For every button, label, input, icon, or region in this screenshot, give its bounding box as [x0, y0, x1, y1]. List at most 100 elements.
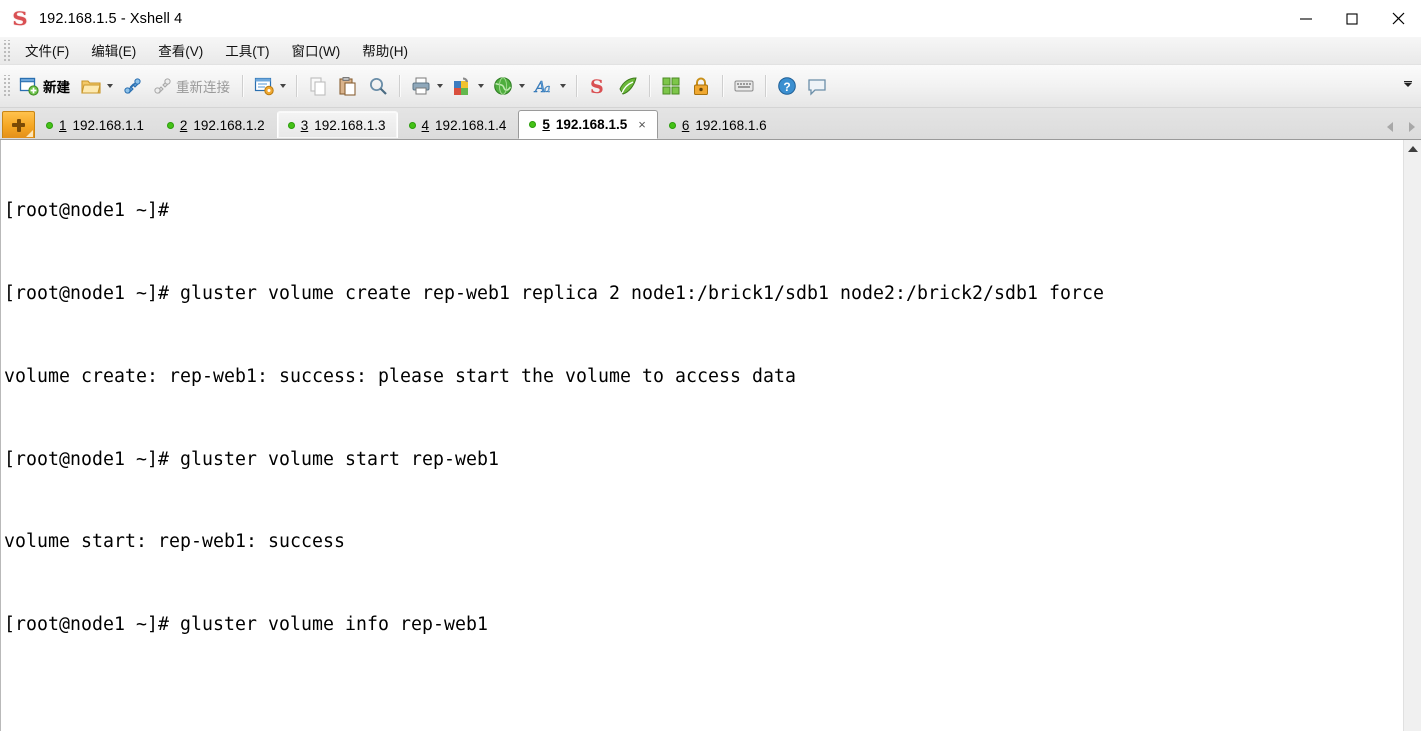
tab-label: 192.168.1.1	[72, 117, 144, 133]
print-dropdown-caret-icon[interactable]	[437, 84, 443, 88]
title-bar: S 192.168.1.5 - Xshell 4	[0, 0, 1421, 37]
menu-grip-handle[interactable]	[2, 39, 11, 62]
connection-status-dot-icon	[668, 121, 676, 129]
lock-button[interactable]	[686, 69, 716, 103]
toolbar-separator	[399, 75, 400, 97]
connection-status-dot-icon	[166, 121, 174, 129]
web-icon	[492, 75, 514, 97]
print-icon	[410, 75, 432, 97]
color-scheme-dropdown-caret-icon[interactable]	[478, 84, 484, 88]
connection-status-dot-icon	[529, 121, 537, 128]
xshell-icon: S	[587, 75, 609, 98]
tab-scroll-right-icon[interactable]	[1409, 122, 1415, 132]
tab-label: 192.168.1.2	[193, 117, 265, 133]
tab-scroll-left-icon[interactable]	[1387, 122, 1393, 132]
toolbar-separator	[296, 75, 297, 97]
lock-icon	[690, 75, 712, 97]
menu-tools[interactable]: 工具(T)	[214, 37, 280, 64]
new-session-icon	[18, 75, 40, 97]
tab-label: 192.168.1.4	[435, 117, 507, 133]
tab-label: 192.168.1.6	[695, 117, 767, 133]
menu-help[interactable]: 帮助(H)	[351, 37, 419, 64]
toolbar-separator	[649, 75, 650, 97]
find-icon	[367, 75, 389, 97]
session-tab-1[interactable]: 1 192.168.1.1	[35, 111, 156, 138]
menu-window[interactable]: 窗口(W)	[281, 37, 352, 64]
svg-text:?: ?	[783, 80, 790, 94]
terminal-output[interactable]: [root@node1 ~]# [root@node1 ~]# gluster …	[0, 140, 1403, 731]
font-dropdown-caret-icon[interactable]	[560, 84, 566, 88]
terminal-area: [root@node1 ~]# [root@node1 ~]# gluster …	[0, 140, 1421, 731]
web-button[interactable]	[488, 69, 529, 103]
session-tab-6[interactable]: 6 192.168.1.6	[658, 111, 779, 138]
tab-label: 192.168.1.5	[555, 117, 628, 132]
menu-bar: 文件(F) 编辑(E) 查看(V) 工具(T) 窗口(W) 帮助(H)	[0, 37, 1421, 65]
properties-dropdown-caret-icon[interactable]	[280, 84, 286, 88]
paste-icon	[337, 75, 359, 97]
minimize-button[interactable]	[1283, 0, 1329, 37]
xftp-icon	[617, 75, 639, 97]
copy-button[interactable]	[303, 69, 333, 103]
tab-number: 6	[681, 117, 690, 133]
session-tab-5-active[interactable]: 5 192.168.1.5 ×	[518, 110, 658, 139]
disconnect-icon	[151, 75, 173, 97]
xshell-window: S 192.168.1.5 - Xshell 4 文件(F) 编辑(E) 查看(…	[0, 0, 1421, 731]
tab-number: 1	[59, 117, 67, 133]
tab-number: 4	[421, 117, 430, 133]
color-scheme-icon	[451, 75, 473, 97]
session-tab-bar: 1 192.168.1.1 2 192.168.1.2 3 192.168.1.…	[0, 108, 1421, 140]
arrange-button[interactable]	[656, 69, 686, 103]
connection-status-dot-icon	[408, 121, 416, 129]
color-scheme-button[interactable]	[447, 69, 488, 103]
terminal-vertical-scrollbar[interactable]	[1403, 140, 1421, 731]
open-folder-icon	[80, 75, 102, 97]
open-session-button[interactable]	[76, 69, 117, 103]
session-tab-2[interactable]: 2 192.168.1.2	[156, 111, 277, 138]
toolbar-grip-handle[interactable]	[2, 75, 11, 97]
terminal-line: [root@node1 ~]# gluster volume start rep…	[4, 448, 499, 470]
keyboard-button[interactable]	[729, 69, 759, 103]
window-controls	[1283, 0, 1421, 37]
tab-number: 2	[179, 117, 188, 133]
toolbar: 新建 重新连接 A a S ?	[0, 65, 1421, 108]
close-button[interactable]	[1375, 0, 1421, 37]
xshell-button[interactable]: S	[583, 69, 613, 103]
chat-button[interactable]	[802, 69, 832, 103]
scroll-up-button[interactable]	[1404, 140, 1421, 157]
font-button[interactable]: A a	[529, 69, 570, 103]
toolbar-separator	[576, 75, 577, 97]
tab-number: 3	[300, 117, 309, 133]
print-button[interactable]	[406, 69, 447, 103]
chevron-up-icon	[1407, 145, 1418, 152]
session-tab-3[interactable]: 3 192.168.1.3	[276, 111, 398, 138]
paste-button[interactable]	[333, 69, 363, 103]
window-title: 192.168.1.5 - Xshell 4	[39, 10, 183, 27]
new-session-button[interactable]: 新建	[14, 69, 76, 103]
web-dropdown-caret-icon[interactable]	[519, 84, 525, 88]
reconnect-button[interactable]: 重新连接	[147, 69, 236, 103]
scrollbar-track[interactable]	[1404, 157, 1421, 731]
chat-icon	[806, 75, 828, 97]
xftp-button[interactable]	[613, 69, 643, 103]
menu-file[interactable]: 文件(F)	[14, 37, 80, 64]
plus-icon	[12, 118, 25, 132]
terminal-line: [root@node1 ~]# gluster volume info rep-…	[4, 614, 488, 636]
copy-icon	[307, 75, 329, 97]
toolbar-separator	[765, 75, 766, 97]
new-tab-button[interactable]	[2, 111, 35, 138]
find-button[interactable]	[363, 69, 393, 103]
menu-edit[interactable]: 编辑(E)	[80, 37, 147, 64]
reconnect-label: 重新连接	[176, 80, 230, 95]
session-tab-4[interactable]: 4 192.168.1.4	[398, 111, 519, 138]
tab-close-icon[interactable]: ×	[638, 118, 646, 131]
open-dropdown-caret-icon[interactable]	[107, 84, 113, 88]
toolbar-separator	[722, 75, 723, 97]
terminal-line: [root@node1 ~]#	[4, 200, 169, 222]
help-button[interactable]: ?	[772, 69, 802, 103]
maximize-button[interactable]	[1329, 0, 1375, 37]
session-properties-button[interactable]	[249, 69, 290, 103]
menu-view[interactable]: 查看(V)	[147, 37, 214, 64]
connect-button[interactable]	[117, 69, 147, 103]
toolbar-overflow-button[interactable]	[1402, 77, 1414, 95]
